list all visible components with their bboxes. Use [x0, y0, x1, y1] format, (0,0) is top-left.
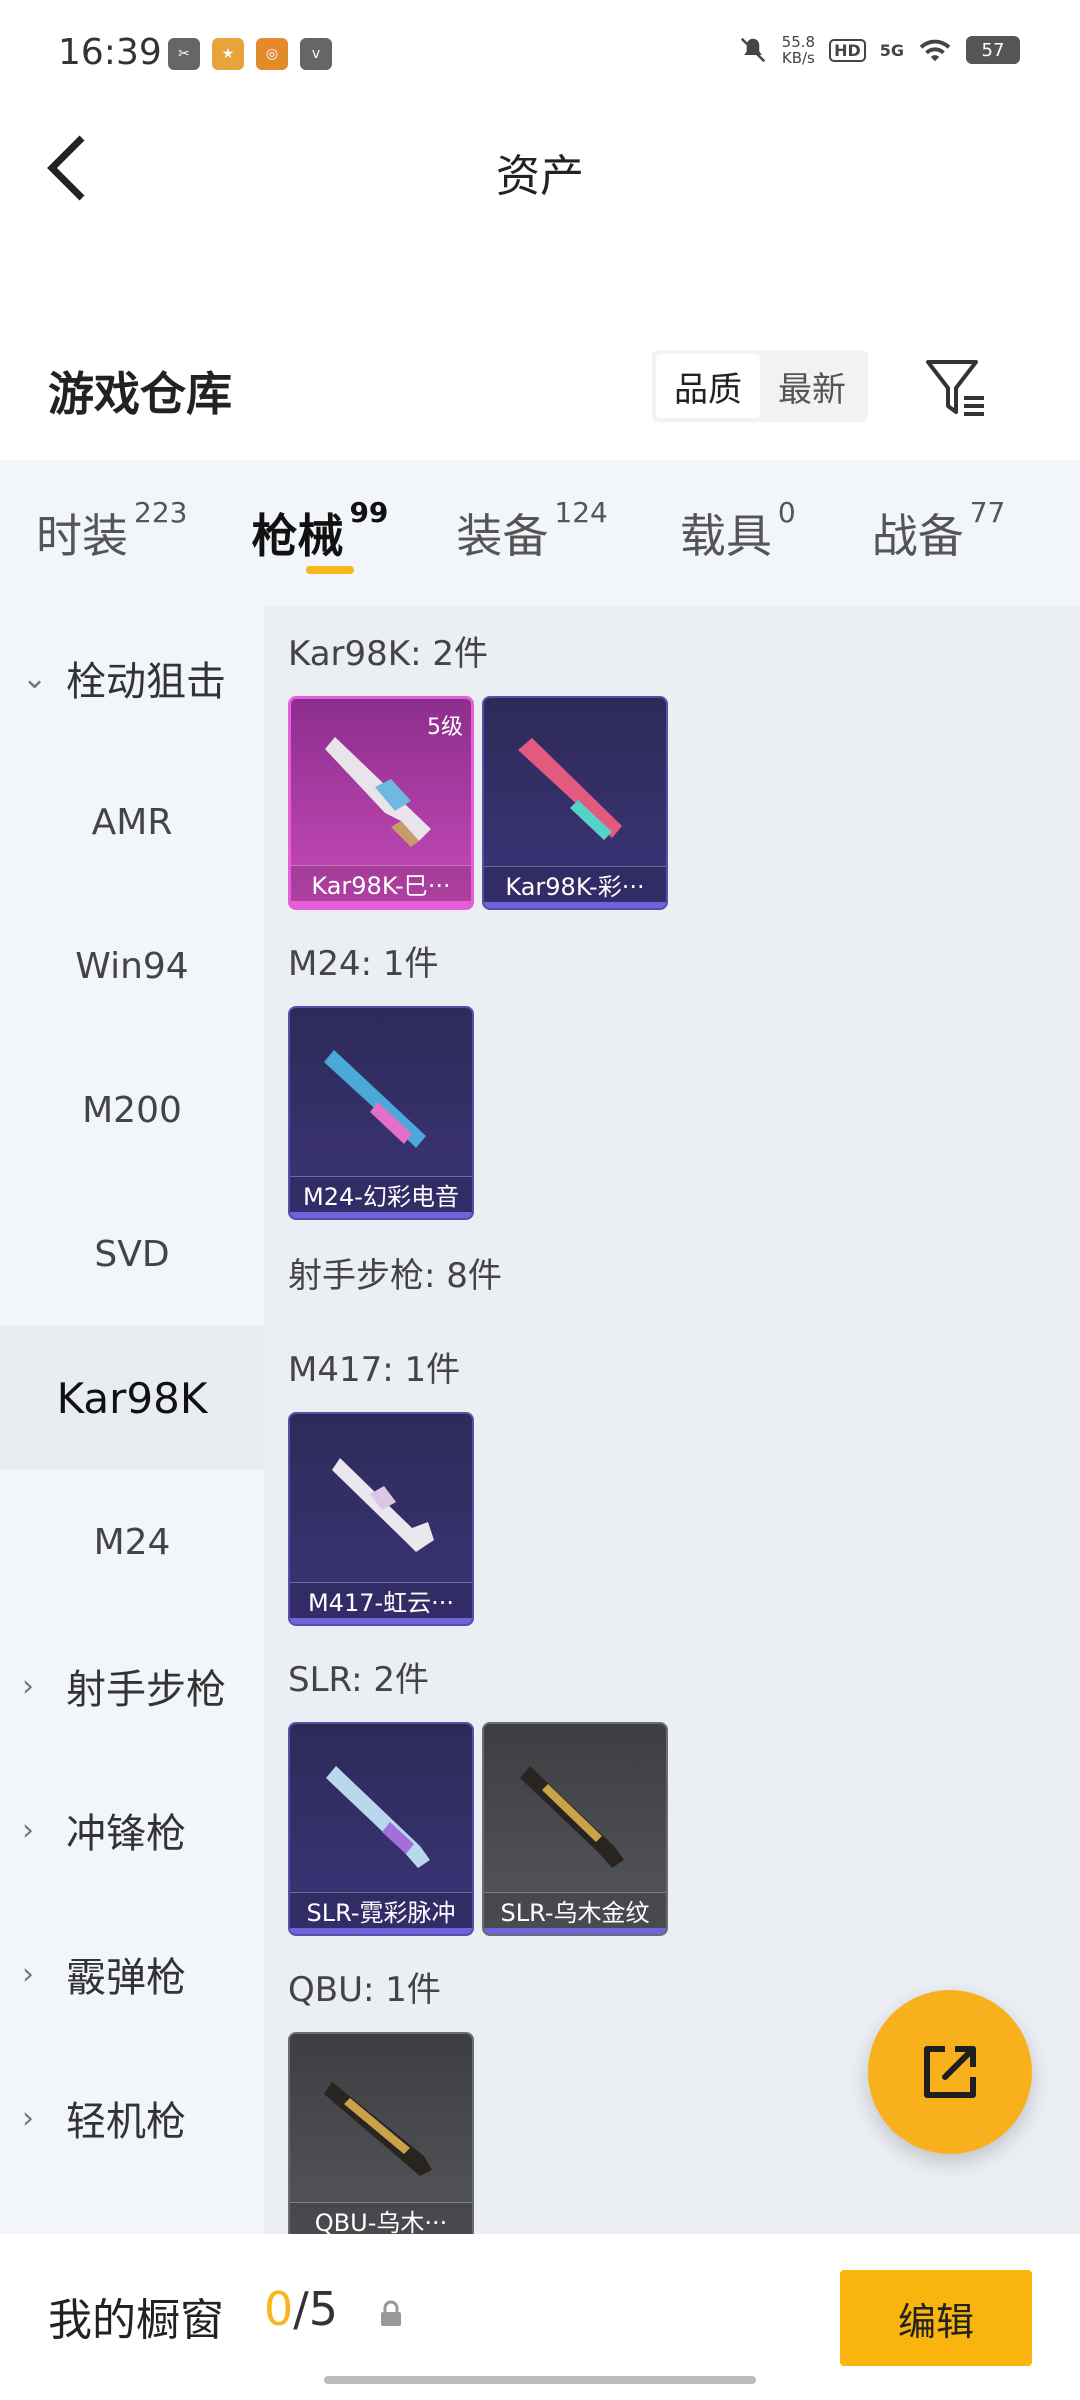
share-export-icon [924, 2046, 976, 2098]
item-card[interactable]: Kar98K-彩··· [482, 696, 668, 910]
vivo-notification-icon: v [300, 38, 332, 70]
sidebar-item-label: 霰弹枪 [66, 1955, 186, 2001]
filter-button[interactable] [922, 354, 988, 420]
tab-supplies[interactable]: 战备 77 [872, 460, 1006, 606]
header: 资产 [0, 100, 1080, 240]
group-title: M24: 1件 [288, 944, 439, 984]
sidebar-category-lmg[interactable]: › 轻机枪 [0, 2046, 264, 2190]
item-card[interactable]: SLR-乌木金纹 [482, 1722, 668, 1936]
share-fab-button[interactable] [868, 1990, 1032, 2154]
tab-equipment[interactable]: 装备 124 [456, 460, 607, 606]
sidebar-category-marksman[interactable]: › 射手步枪 [0, 1614, 264, 1758]
status-bar: 16:39 ✂ ★ ◎ v 55.8 KB/s HD 5G 57 [0, 0, 1080, 100]
chevron-down-icon: ⌄ [22, 660, 48, 696]
item-card[interactable]: M24-幻彩电音 [288, 1006, 474, 1220]
item-card[interactable]: SLR-霓彩脉冲 [288, 1722, 474, 1936]
warehouse-title: 游戏仓库 [48, 367, 232, 421]
showcase-count-current: 0 [264, 2282, 294, 2336]
item-name: SLR-乌木金纹 [484, 1892, 666, 1934]
rifle-icon [520, 1766, 624, 1868]
sidebar-item-label: 轻机枪 [66, 2099, 186, 2145]
app-notification-icon: ✂ [168, 38, 200, 70]
group-title: 射手步枪: 8件 [288, 1256, 502, 1296]
sidebar-category-smg[interactable]: › 冲锋枪 [0, 1758, 264, 1902]
tab-count: 124 [554, 496, 608, 529]
rifle-icon [326, 1766, 430, 1868]
tab-count: 223 [134, 496, 188, 529]
sidebar-item-m24[interactable]: M24 [0, 1470, 264, 1614]
sort-quality-button[interactable]: 品质 [656, 354, 760, 418]
sidebar-item-label: 冲锋枪 [66, 1811, 186, 1857]
chevron-right-icon: › [22, 2100, 34, 2136]
rifle-icon [518, 738, 622, 840]
speed-value: 55.8 [781, 33, 816, 51]
chevron-right-icon: › [22, 1812, 34, 1848]
tab-count: 0 [777, 496, 796, 529]
item-name: SLR-霓彩脉冲 [290, 1892, 472, 1934]
network-type: 5G [879, 40, 904, 60]
showcase-bar: 我的橱窗 0/5 编辑 [0, 2234, 1080, 2400]
tab-label: 枪械 [251, 509, 344, 563]
sidebar: ⌄ 栓动狙击 AMR Win94 M200 SVD Kar98K M24 › 射手步… [0, 606, 264, 2234]
group-title: QBU: 1件 [288, 1970, 441, 2010]
item-card[interactable]: M417-虹云··· [288, 1412, 474, 1626]
item-card[interactable]: 5级 Kar98K-巳··· [288, 696, 474, 910]
showcase-count-total: /5 [293, 2282, 339, 2336]
rifle-icon [324, 1050, 426, 1148]
chevron-right-icon: › [22, 1668, 34, 1704]
tab-label: 战备 [871, 509, 964, 563]
home-indicator[interactable] [324, 2376, 756, 2384]
tab-count: 99 [349, 496, 389, 529]
sort-latest-button[interactable]: 最新 [760, 354, 864, 418]
tab-guns[interactable]: 枪械 99 [251, 460, 388, 606]
item-level: 5级 [427, 715, 463, 740]
network-speed: 55.8 KB/s [782, 34, 815, 66]
page-title: 资产 [496, 151, 584, 202]
item-name: M24-幻彩电音 [290, 1176, 472, 1218]
group-title: M417: 1件 [288, 1350, 461, 1390]
item-name: Kar98K-巳··· [291, 865, 471, 907]
filter-icon [926, 360, 984, 416]
sidebar-item-label: 射手步枪 [66, 1667, 226, 1713]
status-right: 55.8 KB/s HD 5G 57 [738, 34, 1020, 66]
sidebar-category-shotgun[interactable]: › 霰弹枪 [0, 1902, 264, 2046]
rifle-icon [324, 2082, 432, 2176]
tab-vehicles[interactable]: 载具 0 [680, 460, 796, 606]
category-tabs: 时装 223 枪械 99 装备 124 载具 0 战备 77 [0, 460, 1080, 606]
hd-badge: HD [829, 38, 866, 62]
tab-fashion[interactable]: 时装 223 [36, 460, 187, 606]
item-name: M417-虹云··· [290, 1582, 472, 1624]
battery-icon: 57 [966, 36, 1020, 64]
tab-label: 时装 [36, 509, 128, 563]
sidebar-item-kar98k[interactable]: Kar98K [0, 1326, 264, 1470]
speed-unit: KB/s [781, 49, 815, 67]
status-time: 16:39 [58, 32, 162, 73]
sidebar-item-win94[interactable]: Win94 [0, 894, 264, 1038]
rifle-icon [332, 1458, 434, 1552]
edit-button[interactable]: 编辑 [840, 2270, 1032, 2366]
showcase-title: 我的橱窗 [48, 2295, 224, 2346]
group-title: Kar98K: 2件 [288, 634, 488, 674]
wifi-icon [919, 39, 951, 62]
sort-toggle: 品质 最新 [652, 350, 868, 422]
sidebar-item-amr[interactable]: AMR [0, 750, 264, 894]
item-name: QBU-乌木··· [290, 2202, 472, 2234]
notification-icons: ✂ ★ ◎ v [168, 38, 332, 70]
group-title: SLR: 2件 [288, 1660, 429, 1700]
item-name: Kar98K-彩··· [484, 866, 666, 908]
sidebar-item-m200[interactable]: M200 [0, 1038, 264, 1182]
sidebar-item-label: 栓动狙击 [66, 659, 226, 705]
chevron-right-icon: › [22, 1956, 34, 1992]
tab-label: 装备 [456, 509, 549, 563]
game-notification-icon: ★ [212, 38, 244, 70]
tab-label: 载具 [679, 509, 772, 563]
sidebar-item-svd[interactable]: SVD [0, 1182, 264, 1326]
item-card[interactable]: QBU-乌木··· [288, 2032, 474, 2234]
app2-notification-icon: ◎ [256, 38, 288, 70]
sidebar-category-bolt-sniper[interactable]: ⌄ 栓动狙击 [0, 606, 264, 750]
showcase-count: 0/5 [264, 2282, 338, 2336]
mute-icon [740, 37, 765, 63]
tab-count: 77 [969, 496, 1006, 529]
lock-icon [381, 2300, 401, 2326]
